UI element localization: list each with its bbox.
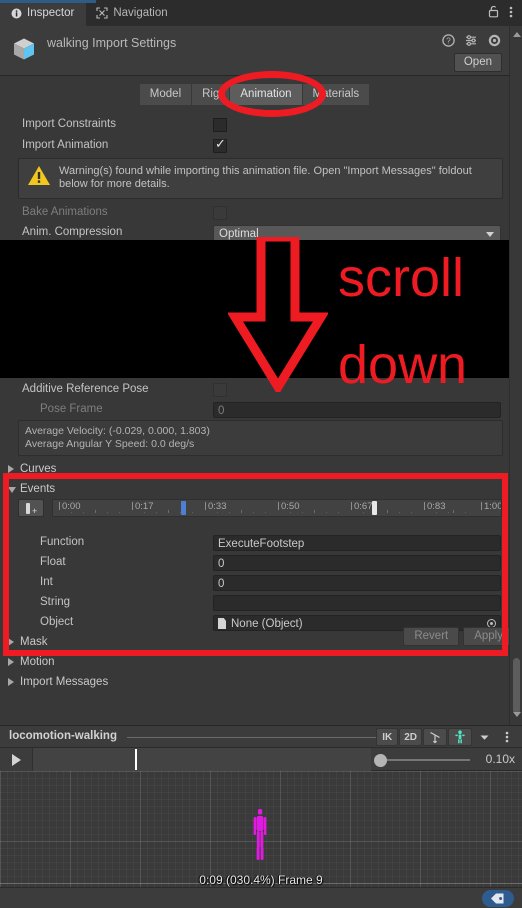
scroll-down-icon[interactable] <box>513 712 521 717</box>
tab-model[interactable]: Model <box>139 83 193 105</box>
play-icon <box>11 753 21 766</box>
pose-frame-label: Pose Frame <box>40 403 103 415</box>
kebab-menu-icon[interactable] <box>509 5 513 22</box>
preview-clip-name: locomotion-walking <box>9 730 117 742</box>
anim-compression-label: Anim. Compression <box>22 226 123 238</box>
tab-inspector[interactable]: Inspector <box>0 0 87 26</box>
scroll-annotation-line1: scroll <box>338 248 465 308</box>
preview-header: locomotion-walking IK 2D <box>0 725 522 748</box>
row-import-animation: Import Animation <box>0 136 509 156</box>
info-icon <box>10 7 22 19</box>
import-constraints-checkbox[interactable] <box>213 118 227 132</box>
warning-text: Warning(s) found while importing this an… <box>59 165 472 190</box>
chevron-right-icon <box>8 678 14 686</box>
speed-value-label: 0.10x <box>485 752 515 766</box>
window-tab-right-icons <box>488 0 522 26</box>
import-animation-label: Import Animation <box>22 139 109 151</box>
inspector-scrollbar[interactable] <box>509 26 522 725</box>
preview-playback-bar: 0.10x <box>0 748 522 771</box>
foldout-import-messages[interactable]: Import Messages <box>0 673 509 693</box>
preview-viewport[interactable]: 0:09 (030.4%) Frame 9 <box>0 771 522 887</box>
scroll-up-icon[interactable] <box>513 32 521 37</box>
preview-toolbar: IK 2D <box>376 728 518 746</box>
chevron-right-icon <box>8 465 14 473</box>
preview-frame-readout: 0:09 (030.4%) Frame 9 <box>199 873 323 887</box>
row-pose-frame: Pose Frame 0 <box>0 400 509 420</box>
package-icon <box>10 35 38 63</box>
page-title: walking Import Settings <box>47 36 177 50</box>
motion-label: Motion <box>20 656 55 668</box>
average-velocity-text: Average Velocity: (-0.029, 0.000, 1.803) <box>25 425 210 437</box>
foldout-motion[interactable]: Motion <box>0 653 509 673</box>
avatar-preview-model <box>250 809 270 861</box>
animation-tab-highlight-ellipse <box>218 71 326 117</box>
import-animation-checkbox[interactable] <box>213 137 227 153</box>
preview-divider <box>127 737 392 738</box>
inspector-header: walking Import Settings ? Open <box>0 26 509 76</box>
pose-frame-input[interactable]: 0 <box>213 402 501 418</box>
warning-icon <box>27 165 51 187</box>
twod-toggle-button[interactable]: 2D <box>399 728 422 746</box>
kebab-menu-icon[interactable] <box>496 728 518 746</box>
tab-navigation[interactable]: Navigation <box>86 0 179 26</box>
pivot-axis-icon[interactable] <box>423 728 447 746</box>
row-bake-animations: Bake Animations <box>0 203 509 223</box>
tag-icon[interactable] <box>482 890 514 907</box>
down-arrow-annotation <box>226 232 330 396</box>
additive-reference-pose-label: Additive Reference Pose <box>22 383 149 395</box>
preview-time-track[interactable] <box>33 748 371 771</box>
header-icon-group: ? <box>442 34 501 50</box>
ik-toggle-button[interactable]: IK <box>376 728 399 746</box>
tab-inspector-label: Inspector <box>27 7 75 19</box>
window-tab-strip: Inspector Navigation <box>0 0 522 26</box>
warning-helpbox: Warning(s) found while importing this an… <box>18 158 503 199</box>
additive-reference-pose-checkbox[interactable] <box>213 383 227 397</box>
avatar-icon[interactable] <box>448 728 472 746</box>
chevron-down-icon <box>486 232 494 237</box>
import-constraints-label: Import Constraints <box>22 118 116 130</box>
tab-navigation-label: Navigation <box>113 7 168 19</box>
lock-icon[interactable] <box>488 5 499 21</box>
chevron-right-icon <box>8 658 14 666</box>
preview-speed-control: 0.10x <box>371 748 518 771</box>
scroll-annotation-line2: down <box>338 335 468 395</box>
scrollbar-thumb[interactable] <box>513 658 520 714</box>
bake-animations-label: Bake Animations <box>22 206 108 218</box>
motion-info-box: Average Velocity: (-0.029, 0.000, 1.803)… <box>18 420 503 456</box>
svg-text:?: ? <box>446 37 451 46</box>
preset-icon[interactable] <box>465 34 478 50</box>
help-icon[interactable]: ? <box>442 34 455 50</box>
events-section-highlight-rect <box>3 473 508 656</box>
gear-icon[interactable] <box>488 34 501 50</box>
preview-playhead[interactable] <box>135 749 137 770</box>
import-messages-label: Import Messages <box>20 676 109 688</box>
play-button[interactable] <box>0 748 33 771</box>
speed-slider-track[interactable] <box>381 759 470 761</box>
bake-animations-checkbox <box>213 206 227 220</box>
navigation-icon <box>96 7 108 19</box>
active-tab-accent <box>0 0 96 3</box>
open-button[interactable]: Open <box>453 53 502 72</box>
speed-slider-knob[interactable] <box>374 754 387 767</box>
average-angular-speed-text: Average Angular Y Speed: 0.0 deg/s <box>25 437 195 450</box>
avatar-dropdown-caret-icon[interactable] <box>473 728 495 746</box>
row-import-constraints: Import Constraints <box>0 115 509 135</box>
status-bar <box>0 887 522 908</box>
